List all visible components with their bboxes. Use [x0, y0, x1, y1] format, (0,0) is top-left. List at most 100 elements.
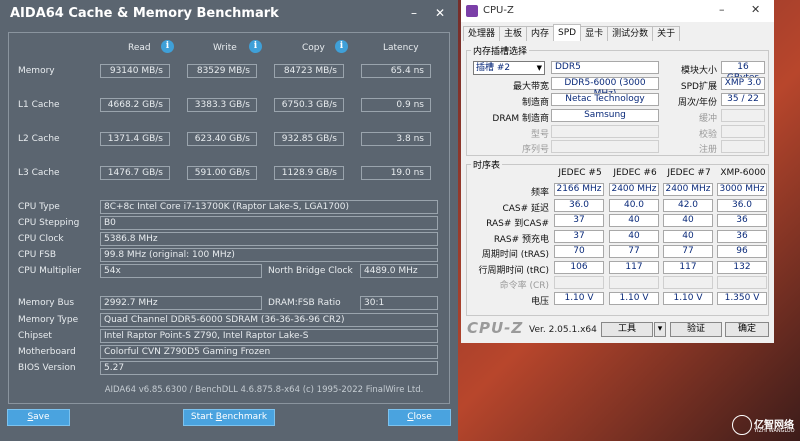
- timing-cell: 1.10 V: [609, 291, 659, 305]
- dram-fsb-ratio-value: 30:1: [360, 296, 438, 310]
- l1-read-value: 4668.2 GB/s: [100, 98, 170, 112]
- row-label-l1: L1 Cache: [18, 100, 60, 110]
- minimize-button[interactable]: –: [719, 3, 725, 16]
- close-window-button[interactable]: ✕: [751, 3, 760, 16]
- tab-mainboard[interactable]: 主板: [499, 26, 528, 41]
- timing-cell: 77: [609, 245, 659, 258]
- memory-write-value: 83529 MB/s: [187, 64, 257, 78]
- column-header-read: Read: [128, 43, 151, 53]
- aida64-titlebar[interactable]: AIDA64 Cache & Memory Benchmark – ✕: [0, 0, 458, 28]
- l3-write-value: 591.00 GB/s: [187, 166, 257, 180]
- cpu-clock-label: CPU Clock: [18, 234, 64, 244]
- tab-memory[interactable]: 内存: [526, 26, 555, 41]
- chevron-down-icon: ▼: [536, 64, 542, 72]
- timing-cell: 40: [663, 229, 713, 243]
- tab-about[interactable]: 关于: [652, 26, 681, 41]
- dram-fsb-ratio-label: DRAM:FSB Ratio: [268, 298, 341, 308]
- memory-type-value: Quad Channel DDR5-6000 SDRAM (36-36-36-9…: [100, 313, 438, 327]
- watermark: 亿智网络 YIZHI WANGLUO: [732, 414, 796, 436]
- timing-cell: 36.0: [554, 198, 604, 212]
- timing-cell: 37: [554, 229, 604, 243]
- cpu-fsb-value: 99.8 MHz (original: 100 MHz): [100, 248, 438, 262]
- l3-latency-value: 19.0 ns: [361, 166, 431, 180]
- info-icon[interactable]: i: [335, 40, 348, 53]
- spd-ext-value: XMP 3.0: [721, 77, 765, 90]
- cpuz-window: CPU-Z – ✕ 处理器 主板 内存 SPD 显卡 测试分数 关于 内存插槽选…: [461, 0, 774, 343]
- timing-cell: 1.10 V: [663, 291, 713, 305]
- info-icon[interactable]: i: [249, 40, 262, 53]
- cpu-clock-value: 5386.8 MHz: [100, 232, 438, 246]
- timing-cell: 40: [609, 214, 659, 227]
- l2-read-value: 1371.4 GB/s: [100, 132, 170, 146]
- max-bandwidth-value: DDR5-6000 (3000 MHz): [551, 77, 659, 99]
- timing-cell: 37: [554, 214, 604, 227]
- slot-select[interactable]: 插槽 #2 ▼: [473, 61, 545, 75]
- tab-spd[interactable]: SPD: [553, 24, 582, 41]
- ok-button[interactable]: 确定: [725, 322, 769, 337]
- tools-button[interactable]: 工具: [601, 322, 653, 337]
- timing-cell: 36: [717, 214, 767, 227]
- timing-cell: [717, 276, 767, 289]
- model-value: [551, 125, 659, 138]
- row-label-memory: Memory: [18, 66, 55, 76]
- cpuz-logo: CPU-Z: [467, 319, 524, 337]
- info-icon[interactable]: i: [161, 40, 174, 53]
- timing-cell: 96: [717, 245, 767, 258]
- tab-bench[interactable]: 测试分数: [607, 26, 654, 41]
- l3-copy-value: 1128.9 GB/s: [274, 166, 344, 180]
- timing-row-label: RAS# 到CAS#: [486, 219, 549, 229]
- timing-cell: [663, 276, 713, 289]
- timing-row-label: 命令率 (CR): [499, 281, 549, 291]
- checksum-label: 校验: [698, 130, 717, 140]
- validate-button[interactable]: 验证: [670, 322, 722, 337]
- timing-row-label: RAS# 预充电: [493, 234, 549, 245]
- tab-cpu[interactable]: 处理器: [463, 26, 501, 41]
- buffer-value: [721, 109, 765, 122]
- timing-col-jedec5: JEDEC #5: [558, 168, 602, 178]
- chipset-label: Chipset: [18, 331, 52, 341]
- cpuz-version: Ver. 2.05.1.x64: [529, 325, 597, 335]
- cpu-multiplier-label: CPU Multiplier: [18, 266, 82, 276]
- l2-copy-value: 932.85 GB/s: [274, 132, 344, 146]
- column-header-latency: Latency: [383, 43, 419, 53]
- start-benchmark-button[interactable]: Start Benchmark: [183, 409, 275, 426]
- bios-version-value: 5.27: [100, 361, 438, 375]
- timing-cell: [554, 276, 604, 289]
- memory-type-value: DDR5: [551, 61, 659, 74]
- slot-select-value: 插槽 #2: [476, 63, 511, 73]
- chevron-down-icon: ▾: [657, 324, 663, 334]
- week-year-value: 35 / 22: [721, 93, 765, 106]
- close-window-button[interactable]: ✕: [430, 4, 450, 22]
- minimize-button[interactable]: –: [404, 4, 424, 22]
- memory-latency-value: 65.4 ns: [361, 64, 431, 78]
- memory-read-value: 93140 MB/s: [100, 64, 170, 78]
- north-bridge-clock-label: North Bridge Clock: [268, 266, 353, 276]
- cpuz-app-icon: [466, 5, 478, 17]
- timing-row-label: 周期时间 (tRAS): [481, 250, 549, 260]
- timing-cell: 40: [663, 214, 713, 227]
- save-button[interactable]: Save: [7, 409, 70, 426]
- registered-value: [721, 140, 765, 153]
- timing-cell: 117: [663, 260, 713, 274]
- timing-col-jedec7: JEDEC #7: [667, 168, 711, 178]
- close-button[interactable]: Close: [388, 409, 451, 426]
- l1-copy-value: 6750.3 GB/s: [274, 98, 344, 112]
- dram-manufacturer-label: DRAM 制造商: [492, 114, 549, 124]
- timing-cell: 36.0: [717, 198, 767, 212]
- timing-cell: 77: [663, 245, 713, 258]
- column-header-copy: Copy: [302, 43, 325, 53]
- module-size-value: 16 GBytes: [721, 61, 765, 83]
- tab-graphics[interactable]: 显卡: [580, 26, 609, 41]
- l3-read-value: 1476.7 GB/s: [100, 166, 170, 180]
- l2-latency-value: 3.8 ns: [361, 132, 431, 146]
- manufacturer-value: Netac Technology: [551, 93, 659, 106]
- cpuz-titlebar[interactable]: CPU-Z – ✕: [461, 0, 774, 22]
- cpuz-title: CPU-Z: [483, 5, 514, 16]
- serial-value: [551, 140, 659, 153]
- tools-dropdown-button[interactable]: ▾: [654, 322, 666, 337]
- timing-col-jedec6: JEDEC #6: [613, 168, 657, 178]
- memory-bus-label: Memory Bus: [18, 298, 75, 308]
- aida64-window: AIDA64 Cache & Memory Benchmark – ✕ Read…: [0, 0, 458, 441]
- window-title: AIDA64 Cache & Memory Benchmark: [10, 6, 279, 21]
- timing-col-xmp: XMP-6000: [720, 168, 766, 178]
